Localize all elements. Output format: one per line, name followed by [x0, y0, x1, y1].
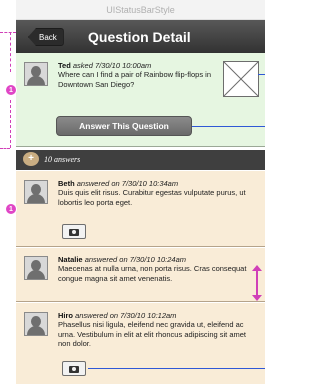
resize-handle[interactable]	[252, 265, 262, 301]
answer-item[interactable]: Natalie answered on 7/30/10 10:24am Maec…	[16, 248, 265, 302]
question-author: Ted	[58, 61, 71, 70]
status-bar-label: UIStatusBarStyle	[106, 5, 175, 15]
navigation-bar: Back Question Detail	[16, 20, 265, 53]
page-title: Question Detail	[88, 29, 191, 45]
back-button[interactable]: Back	[28, 28, 64, 46]
annotation-connector	[0, 32, 16, 33]
answer-question-button[interactable]: Answer This Question	[56, 116, 192, 136]
annotation-line	[258, 74, 265, 75]
annotation-line	[88, 368, 265, 369]
avatar	[24, 62, 48, 86]
answer-text: Phasellus nisi ligula, eleifend nec grav…	[58, 320, 247, 348]
avatar	[24, 312, 48, 336]
image-placeholder-icon	[223, 61, 259, 97]
answer-author: Hiro	[58, 311, 73, 320]
answer-text: Maecenas at nulla urna, non porta risus.…	[58, 264, 247, 283]
question-card: Ted asked 7/30/10 10:00am Where can I fi…	[16, 53, 265, 147]
question-timestamp: asked 7/30/10 10:00am	[72, 61, 152, 70]
annotation-connector	[10, 32, 11, 72]
answer-item[interactable]: Beth answered on 7/30/10 10:34am Duis qu…	[16, 171, 265, 247]
speech-bubble-add-icon: +	[23, 152, 39, 166]
arrow-down-icon	[252, 295, 262, 301]
answer-text: Duis quis elit risus. Curabitur egestas …	[58, 188, 246, 207]
answer-author: Natalie	[58, 255, 83, 264]
annotation-connector	[0, 148, 10, 149]
avatar	[24, 180, 48, 204]
avatar	[24, 256, 48, 280]
question-image-placeholder[interactable]	[223, 61, 259, 97]
annotation-badge: 1	[5, 203, 17, 215]
camera-button[interactable]	[62, 361, 86, 376]
answers-header: + 10 answers	[16, 150, 265, 170]
question-text: Where can I find a pair of Rainbow flip-…	[58, 70, 211, 89]
annotation-connector	[10, 100, 11, 148]
camera-button[interactable]	[62, 224, 86, 239]
answer-item[interactable]: Hiro answered on 7/30/10 10:12am Phasell…	[16, 303, 265, 384]
answers-count: 10 answers	[44, 155, 81, 164]
annotation-badge: 1	[5, 84, 17, 96]
annotation-line	[192, 126, 265, 127]
answer-timestamp: answered on 7/30/10 10:34am	[76, 179, 179, 188]
answer-author: Beth	[58, 179, 75, 188]
answer-timestamp: answered on 7/30/10 10:12am	[75, 311, 177, 320]
answer-timestamp: answered on 7/30/10 10:24am	[84, 255, 187, 264]
status-bar: UIStatusBarStyle	[16, 0, 265, 20]
